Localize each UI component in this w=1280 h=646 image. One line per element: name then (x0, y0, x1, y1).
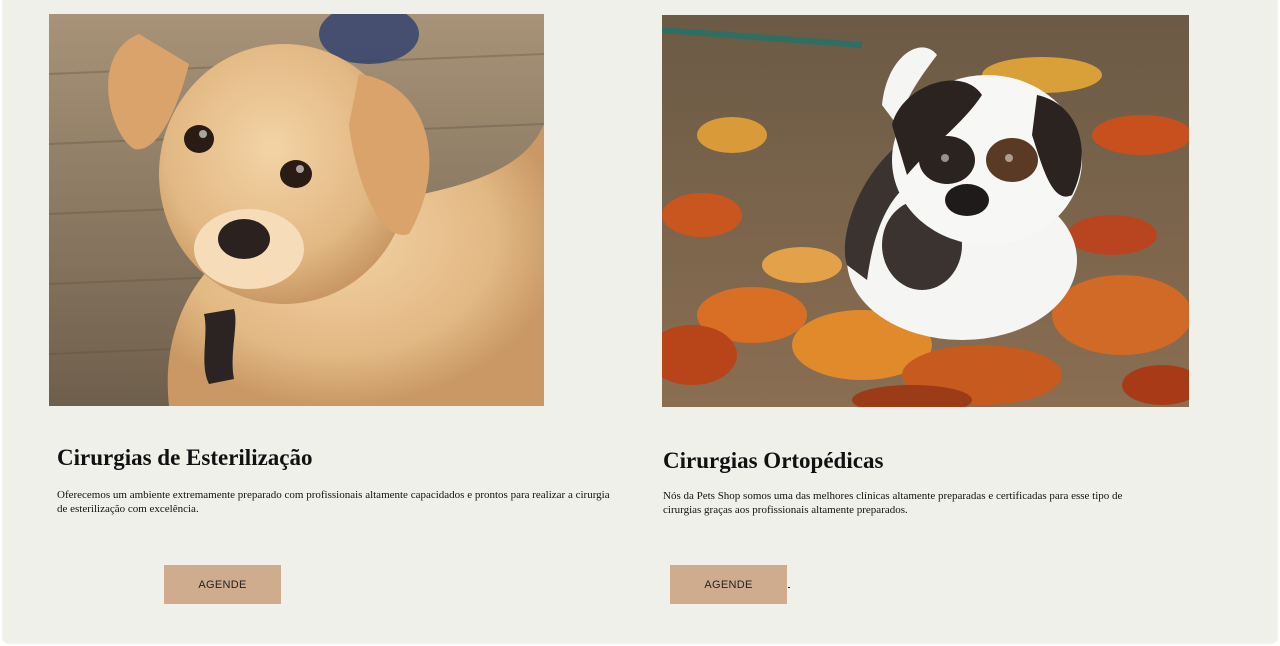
service-description: Oferecemos um ambiente extremamente prep… (57, 489, 610, 515)
schedule-button[interactable]: AGENDE (670, 565, 787, 604)
service-title: Cirurgias Ortopédicas (663, 448, 884, 473)
saint-bernard-puppy-photo (662, 15, 1189, 407)
service-description: Nós da Pets Shop somos uma das melhores … (663, 490, 1123, 516)
divider-mark (788, 587, 790, 588)
golden-puppy-photo (49, 14, 544, 406)
services-section: Cirurgias de Esterilização Oferecemos um… (3, 0, 1277, 643)
service-title: Cirurgias de Esterilização (57, 445, 313, 470)
schedule-button[interactable]: AGENDE (164, 565, 281, 604)
